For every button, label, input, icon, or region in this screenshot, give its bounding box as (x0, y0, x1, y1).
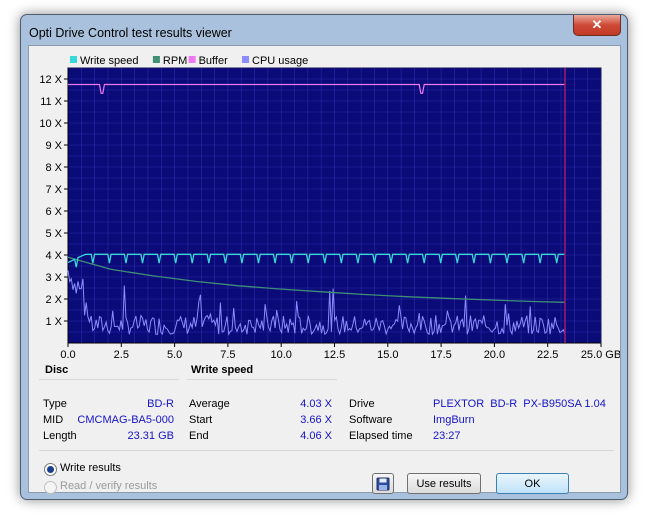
y-tick-label: 7 X (45, 184, 62, 196)
disc-length-label: Length (43, 430, 77, 442)
start-value: 3.66 X (300, 414, 332, 426)
y-tick-label: 11 X (40, 96, 62, 108)
client-area: 1 X 2 X 3 X 4 X 5 X 6 X 7 X 8 X 9 X 10 X 11 X 12 X 0… (28, 45, 621, 494)
y-tick-label: 6 X (45, 206, 62, 218)
legend-swatch (152, 56, 160, 63)
end-label: End (189, 430, 209, 442)
y-tick-label: 12 X (39, 74, 62, 86)
disc-length-value: 23.31 GB (127, 430, 174, 442)
write-speed-header: Write speed (191, 364, 254, 376)
legend-label: Buffer (199, 55, 228, 67)
results-viewer-window: Opti Drive Control test results viewer ✕… (20, 14, 628, 500)
x-tick-label: 7.5 (220, 349, 235, 361)
drive-value: PLEXTOR BD-R PX-B950SA 1.04 (433, 398, 606, 410)
legend-label: RPM (163, 55, 187, 67)
x-tick-label: 15.0 (377, 349, 398, 361)
legend-swatch (188, 56, 196, 63)
y-tick-label: 1 X (45, 316, 62, 328)
save-button[interactable] (372, 473, 394, 494)
disc-type-value: BD-R (147, 398, 174, 410)
disc-divider (39, 379, 179, 380)
y-tick-label: 3 X (45, 272, 62, 284)
legend-label: CPU usage (252, 55, 308, 67)
use-results-button[interactable]: Use results (407, 473, 481, 494)
software-value: ImgBurn (433, 414, 475, 426)
average-label: Average (189, 398, 230, 410)
x-tick-label: 22.5 (537, 349, 558, 361)
radio-selected-dot (47, 466, 54, 473)
start-label: Start (189, 414, 213, 426)
write-speed-divider (187, 379, 337, 380)
bottom-divider (39, 450, 614, 451)
drive-label: Drive (349, 398, 375, 410)
disc-mid-label: MID (43, 414, 64, 426)
floppy-disk-icon (376, 477, 390, 491)
x-tick-label: 10.0 (270, 349, 291, 361)
average-value: 4.03 X (300, 398, 332, 410)
write-speed-chart: 1 X 2 X 3 X 4 X 5 X 6 X 7 X 8 X 9 X 10 X 11 X 12 X 0… (39, 55, 620, 361)
x-tick-label: 2.5 (114, 349, 129, 361)
window-title: Opti Drive Control test results viewer (29, 26, 232, 40)
close-button[interactable]: ✕ (573, 15, 621, 36)
x-tick-label: 0.0 (60, 349, 75, 361)
y-tick-label: 2 X (45, 294, 62, 306)
ok-button[interactable]: OK (496, 473, 569, 494)
x-tick-label: 5.0 (167, 349, 182, 361)
disc-mid-value: CMCMAG-BA5-000 (77, 414, 174, 426)
elapsed-time-label: Elapsed time (349, 430, 413, 442)
write-results-radio[interactable] (44, 463, 57, 476)
title-bar[interactable]: Opti Drive Control test results viewer ✕ (21, 15, 627, 45)
y-tick-label: 4 X (45, 250, 62, 262)
disc-header: Disc (45, 364, 69, 376)
legend-swatch (70, 56, 77, 63)
x-tick-label: 20.0 (484, 349, 505, 361)
x-tick-label: 25.0 GB (581, 349, 620, 361)
read-verify-results-radio[interactable] (44, 481, 57, 494)
elapsed-time-value: 23:27 (433, 430, 461, 442)
legend-label: Write speed (80, 55, 139, 67)
write-results-label[interactable]: Write results (60, 462, 121, 474)
y-tick-label: 5 X (45, 228, 62, 240)
y-tick-label: 9 X (45, 140, 62, 152)
read-verify-results-label[interactable]: Read / verify results (60, 480, 157, 492)
x-tick-label: 17.5 (430, 349, 451, 361)
end-value: 4.06 X (300, 430, 332, 442)
disc-type-label: Type (43, 398, 67, 410)
y-tick-label: 10 X (39, 118, 62, 130)
software-label: Software (349, 414, 393, 426)
x-tick-label: 12.5 (324, 349, 345, 361)
y-tick-label: 8 X (45, 162, 62, 174)
legend-swatch (242, 56, 249, 63)
